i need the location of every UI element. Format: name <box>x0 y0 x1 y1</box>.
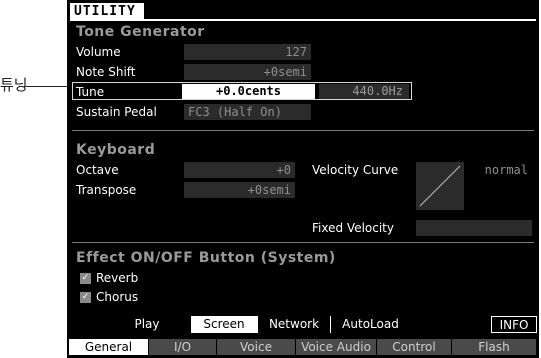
tab-autoload[interactable]: AutoLoad <box>330 316 410 333</box>
velocity-curve-value[interactable]: normal <box>470 162 528 178</box>
tune-hz-field[interactable]: 440.0Hz <box>319 84 409 99</box>
velocity-curve-graph[interactable] <box>416 162 464 210</box>
fixed-velocity-field[interactable] <box>416 220 532 236</box>
upper-tab-bar: Play Screen Network AutoLoad INFO <box>67 316 539 333</box>
tab-voice-audio[interactable]: Voice Audio <box>296 339 377 355</box>
callout-line <box>24 86 72 87</box>
chorus-label: Chorus <box>96 290 139 304</box>
title-rule <box>70 19 536 21</box>
bottom-tab-bar: General I/O Voice Voice Audio Control Fl… <box>67 339 539 356</box>
tab-flash[interactable]: Flash <box>452 339 537 355</box>
transpose-field[interactable]: +0semi <box>184 182 295 198</box>
page-title: UTILITY <box>70 3 144 20</box>
effect-switch-heading: Effect ON/OFF Button (System) <box>76 250 336 266</box>
keyboard-heading: Keyboard <box>76 142 156 158</box>
info-button[interactable]: INFO <box>491 316 537 333</box>
transpose-label: Transpose <box>76 183 137 197</box>
tab-play[interactable]: Play <box>103 316 191 333</box>
tab-io[interactable]: I/O <box>149 339 217 355</box>
note-shift-field[interactable]: +0semi <box>184 64 311 80</box>
section-divider <box>72 130 534 131</box>
volume-label: Volume <box>76 45 121 59</box>
octave-field[interactable]: +0 <box>184 162 295 178</box>
tab-voice[interactable]: Voice <box>217 339 296 355</box>
reverb-label: Reverb <box>96 271 139 285</box>
tab-control[interactable]: Control <box>377 339 452 355</box>
reverb-checkbox[interactable]: ✓ <box>80 273 91 284</box>
lcd-screen: UTILITY Tone Generator Volume 127 Note S… <box>67 0 539 358</box>
fixed-velocity-label: Fixed Velocity <box>312 221 394 235</box>
velocity-curve-label: Velocity Curve <box>312 163 399 177</box>
tone-generator-heading: Tone Generator <box>76 24 205 40</box>
chorus-checkbox[interactable]: ✓ <box>80 292 91 303</box>
tune-cents-field[interactable]: +0.0cents <box>182 84 315 99</box>
section-divider <box>72 242 534 243</box>
sustain-pedal-label: Sustain Pedal <box>76 105 157 119</box>
tab-general[interactable]: General <box>69 339 149 355</box>
velocity-curve-line-icon <box>419 165 461 207</box>
tune-label: Tune <box>76 85 105 99</box>
tab-network[interactable]: Network <box>257 316 330 333</box>
tab-screen[interactable]: Screen <box>191 316 257 333</box>
volume-field[interactable]: 127 <box>184 44 311 60</box>
callout-label: 튜닝 <box>0 76 28 94</box>
note-shift-label: Note Shift <box>76 65 136 79</box>
octave-label: Octave <box>76 163 119 177</box>
sustain-pedal-field[interactable]: FC3 (Half On) <box>184 104 311 120</box>
